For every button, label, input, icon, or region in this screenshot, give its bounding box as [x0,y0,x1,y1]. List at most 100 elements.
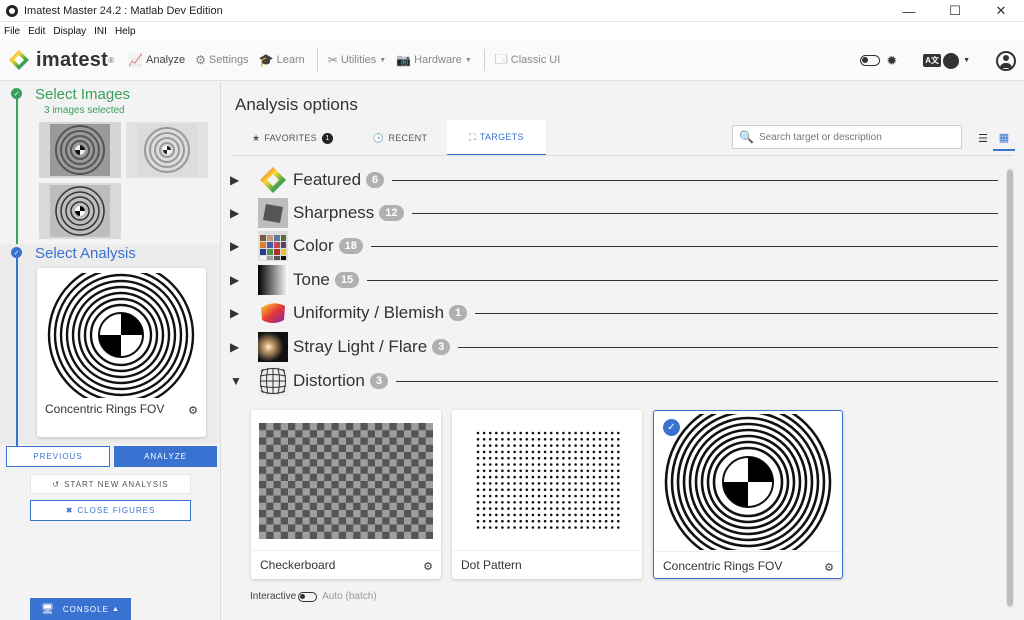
category-row[interactable]: ▶ Stray Light / Flare 3 [230,332,998,362]
pattern-dot [507,526,510,529]
gear-icon[interactable]: ⚙ [188,404,198,417]
analyze-menu-button[interactable]: 📈 Analyze [128,53,185,67]
image-thumbnail[interactable] [39,122,121,178]
caret-right-icon: ▶ [230,239,240,253]
favorites-count-badge: 1 [321,132,333,144]
hardware-menu-button[interactable]: 📷 Hardware ▼ [396,53,472,67]
minimize-button[interactable]: — [886,0,932,22]
scrollbar[interactable] [1006,168,1014,608]
settings-label: Settings [208,54,249,66]
theme-toggle[interactable] [860,55,881,66]
pattern-dot [476,507,480,510]
pattern-dot [507,463,510,466]
run-mode-toggle[interactable] [298,591,318,602]
category-row[interactable]: ▶ Featured 6 [230,165,998,195]
maximize-button[interactable]: ☐ [932,0,978,22]
pattern-dot [531,463,535,466]
learn-menu-button[interactable]: 🎓 Learn [259,53,305,67]
user-avatar-icon[interactable] [996,50,1016,71]
pattern-dot [525,431,529,435]
sun-icon[interactable]: ✹ [886,53,897,69]
clock-icon: 🕓 [372,132,385,143]
tab-targets[interactable]: ⛶ TARGETS [447,120,546,156]
pattern-dot [488,507,492,510]
pattern-dot [610,501,614,504]
target-card-checkerboard[interactable]: Checkerboard ⚙ [251,410,441,579]
pattern-dot [610,513,614,517]
scrollbar-thumb[interactable] [1007,170,1013,606]
tab-favorites[interactable]: ★ FAVORITES 1 [232,120,353,156]
globe-icon[interactable] [943,52,960,69]
classic-ui-button[interactable]: 🗔 Classic UI [495,50,561,71]
pattern-dot [549,482,553,485]
menu-ini[interactable]: INI [94,26,107,37]
workflow-sidebar: ✓ Select Images 3 images selected ✓ Sele… [0,82,221,620]
close-figures-button[interactable]: ✖ CLOSE FIGURES [30,500,191,521]
pattern-dot [556,450,559,454]
pattern-dot [482,507,486,510]
category-row[interactable]: ▼ Distortion 3 [230,366,998,396]
pattern-dot [519,475,522,479]
gear-icon[interactable]: ⚙ [824,561,834,574]
pattern-dot [562,469,565,473]
image-thumbnail[interactable] [126,122,208,178]
pattern-dot [519,444,522,447]
close-button[interactable]: ✕ [978,0,1024,22]
grid-view-button[interactable]: ▦ [993,125,1015,151]
menu-file[interactable]: File [4,26,20,37]
start-new-analysis-button[interactable]: ↺ START NEW ANALYSIS [30,474,191,494]
select-analysis-title[interactable]: Select Analysis [35,245,136,262]
target-card-concentric-rings-fov[interactable]: ✓ Concentric Rings FOV ⚙ [653,410,843,579]
pattern-dot [592,463,596,466]
caret-down-icon[interactable]: ▼ [963,57,970,64]
gear-icon[interactable]: ⚙ [423,560,433,573]
pattern-dot [610,450,614,454]
pattern-dot [519,456,522,460]
select-images-title[interactable]: Select Images [35,86,130,103]
selected-analysis-card[interactable]: Concentric Rings FOV ⚙ [37,268,206,437]
menu-edit[interactable]: Edit [28,26,45,37]
pattern-dot [556,519,559,523]
category-row[interactable]: ▶ Sharpness 12 [230,198,998,228]
pattern-dot [525,456,529,460]
language-icon[interactable]: A文 [923,54,942,67]
target-search-box[interactable]: 🔍 [732,125,962,149]
utilities-menu-button[interactable]: ✂ Utilities ▼ [328,53,386,67]
pattern-dot [580,513,583,517]
pattern-dot [513,431,516,435]
search-input[interactable] [758,131,959,143]
target-card-label: Checkerboard [260,558,336,572]
tab-recent[interactable]: 🕓 RECENT [353,120,447,156]
previous-button[interactable]: PREVIOUS [6,446,110,467]
pattern-dot [531,438,535,441]
pattern-dot [617,513,620,517]
images-selected-count: 3 images selected [44,105,125,116]
menu-display[interactable]: Display [53,26,86,37]
pattern-dot [513,438,516,441]
settings-menu-button[interactable]: ⚙ Settings [195,53,249,67]
console-button[interactable]: 🖥 CONSOLE ▲ [30,598,131,620]
pattern-dot [495,456,498,460]
category-row[interactable]: ▶ Tone 15 [230,265,998,295]
pattern-dot [580,519,583,523]
pattern-dot [586,444,590,447]
pattern-dot [507,482,510,485]
pattern-dot [598,438,602,441]
menu-help[interactable]: Help [115,26,136,37]
window-title: Imatest Master 24.2 : Matlab Dev Edition [24,4,223,17]
toolbar-separator [316,49,318,71]
pattern-dot [543,507,547,510]
analyze-button[interactable]: ANALYZE [114,446,217,467]
pattern-dot [604,501,608,504]
pattern-dot [574,501,577,504]
list-view-button[interactable]: ☰ [972,125,994,151]
pattern-dot [598,507,602,510]
pattern-dot [501,482,504,485]
category-row[interactable]: ▶ Uniformity / Blemish 1 [230,298,998,328]
image-thumbnail[interactable] [39,183,121,239]
target-card-dot-pattern[interactable]: Dot Pattern [452,410,642,579]
pattern-dot [610,526,614,529]
category-row[interactable]: ▶ Color 18 [230,231,998,261]
pattern-dot [495,507,498,510]
pattern-dot [610,482,614,485]
